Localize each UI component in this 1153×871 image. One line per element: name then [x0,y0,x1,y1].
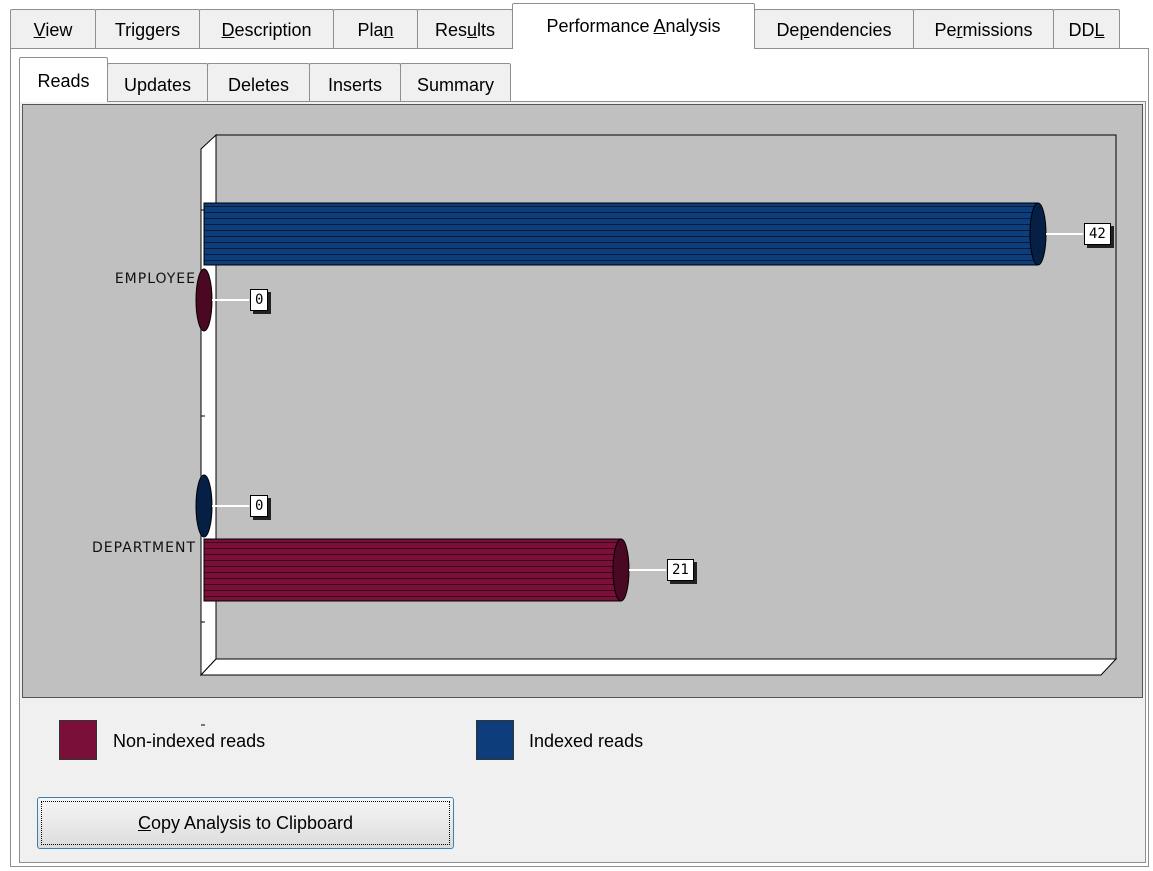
subtab-summary[interactable]: Summary [400,63,511,101]
tab-plan[interactable]: Plan [333,9,418,48]
data-label-employee-indexed: 42 [1084,223,1111,245]
reads-chart-area: EMPLOYEE DEPARTMENT 0 42 21 0 [22,104,1143,726]
data-label-department-non-indexed: 21 [667,559,694,581]
subtab-updates[interactable]: Updates [107,63,208,101]
subtab-deletes[interactable]: Deletes [207,63,310,101]
legend-label-indexed: Indexed reads [529,731,644,751]
subtab-strip-divider [19,101,1145,102]
data-label-department-indexed: 0 [250,495,269,517]
tab-description[interactable]: Description [199,9,334,48]
legend-swatch-non-indexed [59,720,97,760]
tab-performance-analysis[interactable]: Performance Analysis [512,3,755,49]
data-label-employee-non-indexed: 0 [250,289,269,311]
bar-department-non-indexed [203,538,666,602]
legend-label-non-indexed: Non-indexed reads [113,731,266,751]
copy-analysis-label: Copy Analysis to Clipboard [137,813,354,833]
tab-permissions[interactable]: Permissions [913,9,1054,48]
reads-chart [195,133,1118,726]
subtab-inserts[interactable]: Inserts [309,63,401,101]
tab-dependencies[interactable]: Dependencies [754,9,914,48]
category-label-department: DEPARTMENT [92,540,196,556]
tab-ddl[interactable]: DDL [1053,9,1120,48]
subtab-reads[interactable]: Reads [19,57,108,102]
bar-employee-indexed [203,202,1083,266]
copy-analysis-button[interactable]: Copy Analysis to Clipboard [37,797,454,849]
tab-results[interactable]: Results [417,9,513,48]
chart-floor [199,658,1118,676]
legend-swatch-indexed [476,720,514,760]
category-label-employee: EMPLOYEE [114,271,196,287]
tab-triggers[interactable]: Triggers [95,9,200,48]
tab-view[interactable]: View [10,9,96,48]
